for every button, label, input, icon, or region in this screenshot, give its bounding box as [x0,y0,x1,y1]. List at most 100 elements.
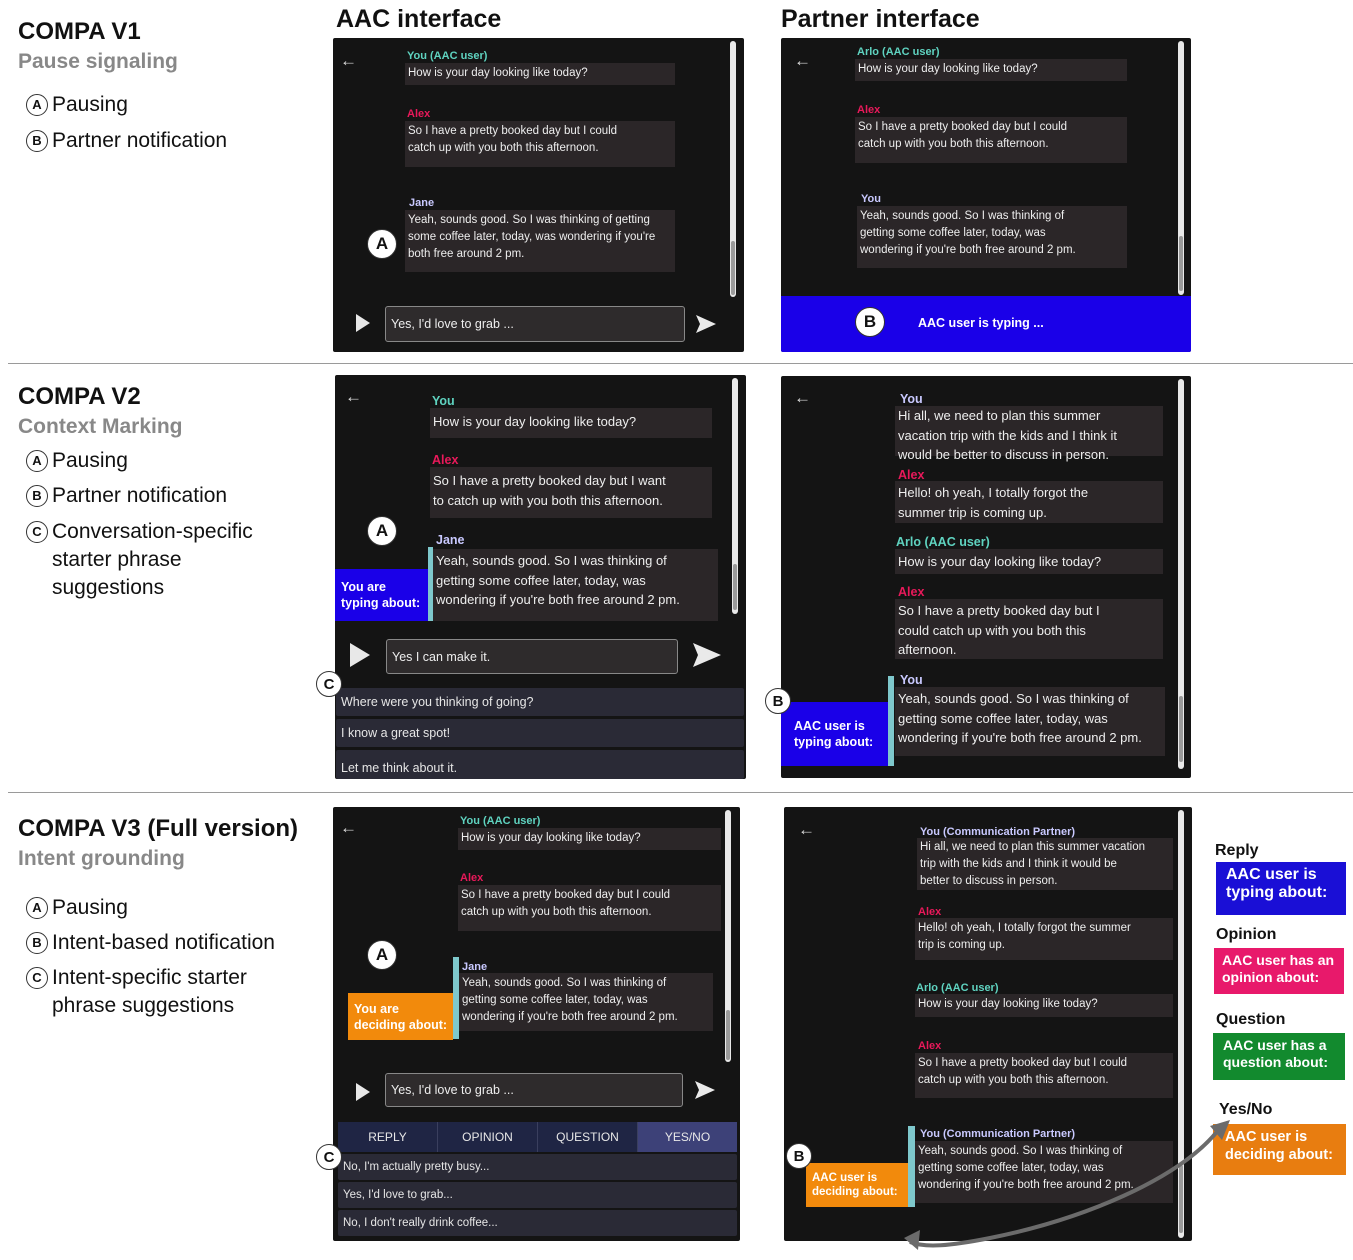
v3-feature-a: A Pausing [26,894,128,922]
tab-question[interactable]: QUESTION [538,1122,638,1152]
v1-aac-screen: ← You (AAC user) How is your day looking… [333,38,744,352]
back-arrow-icon[interactable]: ← [794,52,811,69]
play-icon[interactable] [356,1083,370,1101]
v2-title: COMPA V2 [18,383,141,410]
message-bubble: So I have a pretty booked day but I coul… [915,1053,1173,1098]
message-bubble: So I have a pretty booked day but I coul… [405,121,675,167]
send-icon[interactable] [694,1080,716,1100]
send-icon[interactable] [692,642,722,668]
annotation-b: B [786,1143,812,1169]
message-bubble: How is your day looking like today? [895,549,1163,574]
suggestion-item[interactable]: Where were you thinking of going? [336,688,744,716]
speaker-label: Arlo (AAC user) [896,535,990,549]
speaker-label: Alex [857,104,881,116]
legend-head-question: Question [1216,1011,1286,1028]
legend-box-opinion: AAC user has an opinion about: [1214,948,1344,994]
scrollbar[interactable] [732,378,738,614]
v3-feature-b-letter: B [26,932,48,954]
message-bubble: Hi all, we need to plan this summer vaca… [917,838,1173,890]
v2-feature-c-text: Conversation-specific starter phrase sug… [52,520,253,599]
message-bubble: So I have a pretty booked day but I want… [430,467,712,518]
message-bubble: Yeah, sounds good. So I was thinking of … [405,210,675,272]
play-icon[interactable] [350,643,370,667]
message-bubble: So I have a pretty booked day but I coul… [895,599,1163,659]
message-bubble: How is your day looking like today? [915,994,1173,1017]
typing-notification-text: AAC user is typing ... [918,316,1044,330]
annotation-b: B [855,307,885,337]
v2-feature-a-text: Pausing [52,449,128,472]
v3-feature-b: B Intent-based notification [26,929,275,957]
suggestion-item[interactable]: Let me think about it. [336,750,744,779]
v2-feature-c: C Conversation-specific starter phrase s… [26,518,253,602]
v3-feature-a-letter: A [26,897,48,919]
suggestion-item[interactable]: I know a great spot! [336,719,744,747]
speaker-label: Alex [460,872,484,884]
annotation-a: A [367,229,397,259]
message-input[interactable]: Yes I can make it. [386,639,678,674]
back-arrow-icon[interactable]: ← [340,52,357,69]
play-icon[interactable] [356,314,370,332]
speaker-label: You [861,193,881,205]
message-bubble: How is your day looking like today? [458,828,721,850]
suggestion-item[interactable]: Yes, I'd love to grab... [338,1182,737,1208]
annotation-a: A [367,940,397,970]
back-arrow-icon[interactable]: ← [340,819,357,836]
v2-feature-b: B Partner notification [26,482,227,510]
message-bubble: Yeah, sounds good. So I was thinking of … [459,973,713,1031]
aac-interface-title: AAC interface [336,5,502,33]
partner-interface-title: Partner interface [781,5,980,33]
speaker-label: Arlo (AAC user) [916,982,999,994]
legend-box-reply: AAC user is typing about: [1216,862,1346,915]
intent-link-arrow [904,1120,1230,1250]
annotation-c: C [316,1144,342,1170]
v1-title: COMPA V1 [18,18,141,45]
send-icon[interactable] [695,314,717,334]
message-input[interactable]: Yes, I'd love to grab ... [385,1073,683,1107]
annotation-c: C [316,671,342,697]
v3-feature-a-text: Pausing [52,896,128,919]
scrollbar[interactable] [725,810,731,1062]
legend-head-reply: Reply [1215,842,1259,859]
message-bubble: How is your day looking like today? [405,63,675,85]
speaker-label: Jane [409,197,435,209]
context-marker-bar [888,676,894,766]
back-arrow-icon[interactable]: ← [794,389,811,406]
message-input[interactable]: Yes, I'd love to grab ... [385,306,685,342]
suggestion-item[interactable]: No, I'm actually pretty busy... [338,1154,737,1180]
v2-partner-screen: ← You Hi all, we need to plan this summe… [781,376,1191,778]
speaker-label: You [432,394,455,408]
v2-feature-b-text: Partner notification [52,484,228,507]
message-bubble: How is your day looking like today? [855,59,1127,81]
legend-head-opinion: Opinion [1216,926,1277,943]
speaker-label: You [900,392,923,406]
context-label: You are typing about: [335,569,428,621]
speaker-label: Alex [898,585,925,599]
back-arrow-icon[interactable]: ← [798,821,815,838]
section-divider [8,363,1353,364]
scrollbar[interactable] [730,41,736,297]
v3-feature-b-text: Intent-based notification [52,931,275,954]
speaker-label: Alex [432,453,459,467]
speaker-label: You [900,673,923,687]
message-bubble: Yeah, sounds good. So I was thinking of … [433,549,718,621]
tab-reply[interactable]: REPLY [338,1122,438,1152]
intent-tabs: REPLY OPINION QUESTION YES/NO [338,1122,737,1152]
v2-subtitle: Context Marking [18,415,183,438]
section-divider [8,792,1353,793]
message-bubble: Yeah, sounds good. So I was thinking of … [895,687,1165,756]
speaker-label: Arlo (AAC user) [857,46,940,58]
tab-yes-no[interactable]: YES/NO [638,1122,737,1152]
scrollbar[interactable] [1178,379,1184,769]
message-bubble: Hi all, we need to plan this summer vaca… [895,406,1163,462]
context-label: You are deciding about: [348,993,453,1040]
suggestion-item[interactable]: No, I don't really drink coffee... [338,1210,737,1236]
message-bubble: Hello! oh yeah, I totally forgot the sum… [915,918,1173,960]
back-arrow-icon[interactable]: ← [345,388,362,405]
v2-feature-c-letter: C [26,521,48,543]
v2-feature-a: A Pausing [26,447,128,475]
scrollbar[interactable] [1178,41,1184,295]
message-bubble: So I have a pretty booked day but I coul… [855,117,1127,163]
message-bubble: So I have a pretty booked day but I coul… [458,885,721,931]
tab-opinion[interactable]: OPINION [438,1122,538,1152]
v1-feature-a-letter: A [26,94,48,116]
